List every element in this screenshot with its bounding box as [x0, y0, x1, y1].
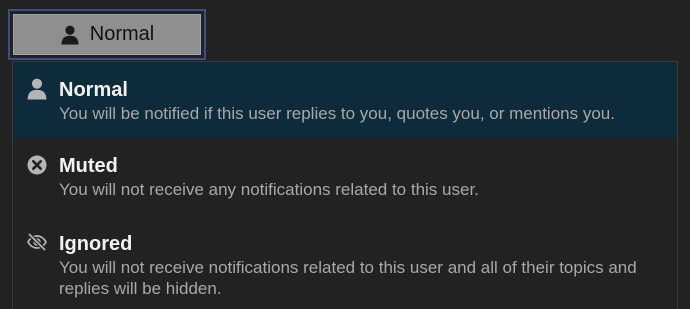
menu-item-ignored[interactable]: Ignored You will not receive notificatio…: [13, 217, 677, 309]
notification-level-dropdown[interactable]: Normal: [8, 9, 206, 60]
user-icon: [26, 78, 48, 100]
user-icon: [60, 25, 80, 45]
times-circle-icon: [26, 154, 48, 176]
menu-item-description: You will be notified if this user replie…: [59, 104, 615, 123]
eye-slash-icon: [26, 231, 48, 253]
menu-item-muted[interactable]: Muted You will not receive any notificat…: [13, 137, 677, 217]
menu-item-description: You will not receive notifications relat…: [59, 258, 637, 298]
notification-level-button-label: Normal: [89, 23, 155, 45]
menu-item-title: Ignored: [59, 233, 133, 255]
notification-level-button[interactable]: Normal: [13, 14, 201, 55]
menu-item-title: Normal: [59, 79, 128, 101]
menu-item-description: You will not receive any notifications r…: [59, 180, 479, 199]
notification-level-menu: Normal You will be notified if this user…: [12, 61, 678, 309]
notification-level-control: Normal Normal You will be notified if th…: [0, 0, 690, 309]
menu-item-normal[interactable]: Normal You will be notified if this user…: [13, 62, 677, 137]
menu-item-title: Muted: [59, 155, 118, 177]
